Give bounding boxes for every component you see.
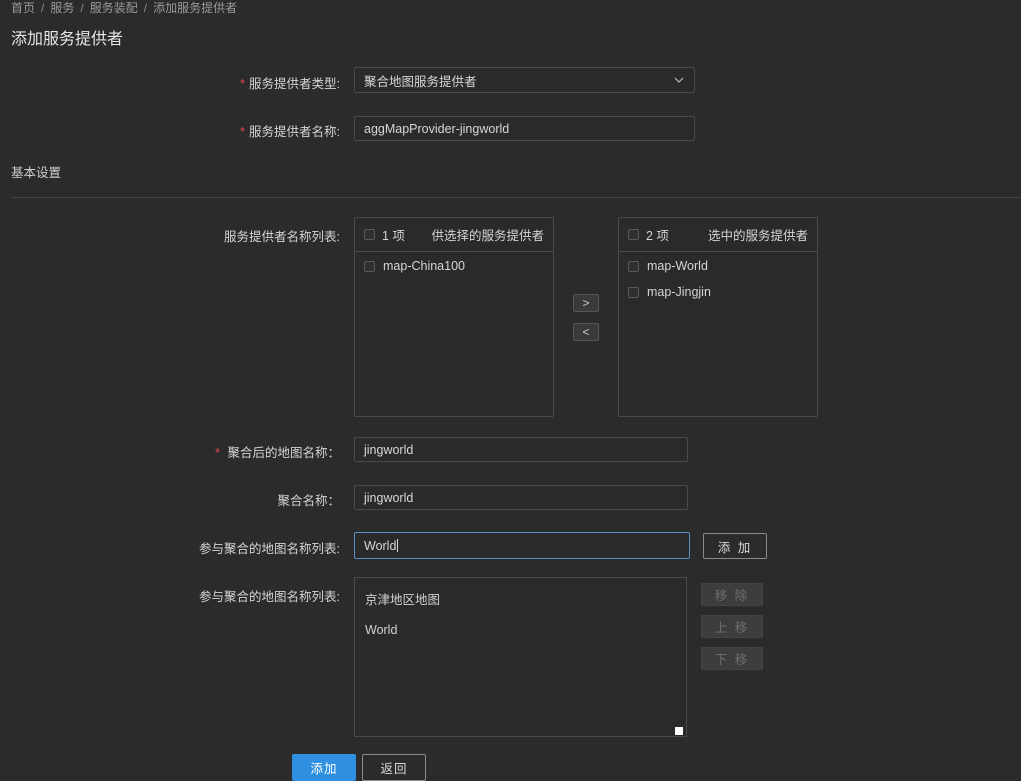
provider-type-label: * 服务提供者类型: <box>240 77 340 91</box>
item-checkbox[interactable] <box>628 286 639 298</box>
transfer-target-header: 2 项 选中的服务提供者 <box>619 218 817 252</box>
list-item[interactable]: World <box>355 614 686 645</box>
target-title: 选中的服务提供者 <box>707 229 808 243</box>
source-title: 供选择的服务提供者 <box>431 229 544 243</box>
breadcrumb-separator: / <box>143 1 148 15</box>
add-map-button[interactable]: 添 加 <box>703 533 767 559</box>
source-count: 1 项 <box>382 229 405 243</box>
item-checkbox[interactable] <box>628 260 639 272</box>
text-caret <box>397 539 399 552</box>
agg-map-name-input[interactable]: jingworld <box>354 437 688 462</box>
participating-map-input[interactable]: World <box>354 532 690 559</box>
item-label: map-Jingjin <box>647 285 711 299</box>
provider-name-input[interactable]: aggMapProvider-jingworld <box>354 116 695 141</box>
resize-handle[interactable] <box>675 727 683 735</box>
transfer-source-header: 1 项 供选择的服务提供者 <box>355 218 553 252</box>
agg-name-label: 聚合名称： <box>277 494 340 508</box>
submit-button[interactable]: 添加 <box>292 754 356 781</box>
required-mark: * <box>240 77 246 91</box>
breadcrumb: 首页 / 服务 / 服务装配 / 添加服务提供者 <box>11 0 237 16</box>
participating-input-label: 参与聚合的地图名称列表: <box>199 542 340 556</box>
transfer-target-panel: 2 项 选中的服务提供者 map-World map-Jingjin <box>618 217 818 417</box>
agg-name-input[interactable]: jingworld <box>354 485 688 510</box>
list-item[interactable]: map-Jingjin <box>619 279 817 305</box>
item-label: map-World <box>647 259 708 273</box>
breadcrumb-service-assembly[interactable]: 服务装配 <box>90 1 138 15</box>
back-button[interactable]: 返回 <box>362 754 426 781</box>
move-up-button[interactable]: 上 移 <box>701 615 763 638</box>
provider-name-label: * 服务提供者名称: <box>240 125 340 139</box>
move-left-button[interactable]: < <box>573 323 599 341</box>
select-all-checkbox[interactable] <box>364 229 375 240</box>
item-label: map-China100 <box>383 259 465 273</box>
list-item[interactable]: map-World <box>619 253 817 279</box>
list-item[interactable]: 京津地区地图 <box>355 583 686 614</box>
select-all-checkbox[interactable] <box>628 229 639 240</box>
divider <box>11 197 1021 198</box>
agg-map-name-label: * 聚合后的地图名称： <box>215 446 340 460</box>
section-basic-settings: 基本设置 <box>11 166 62 180</box>
required-mark: * <box>215 446 220 460</box>
page-title: 添加服务提供者 <box>11 31 124 48</box>
item-checkbox[interactable] <box>364 260 375 272</box>
breadcrumb-services[interactable]: 服务 <box>50 1 74 15</box>
move-right-button[interactable]: > <box>573 294 599 312</box>
breadcrumb-current: 添加服务提供者 <box>153 1 238 15</box>
move-down-button[interactable]: 下 移 <box>701 647 763 670</box>
breadcrumb-separator: / <box>80 1 84 15</box>
participating-map-list[interactable]: 京津地区地图 World <box>354 577 687 737</box>
target-count: 2 项 <box>646 229 669 243</box>
list-item[interactable]: map-China100 <box>355 253 553 279</box>
breadcrumb-home[interactable]: 首页 <box>11 1 35 15</box>
chevron-down-icon <box>674 77 684 83</box>
provider-name-value: aggMapProvider-jingworld <box>364 121 510 136</box>
breadcrumb-separator: / <box>41 1 45 15</box>
participating-list-label: 参与聚合的地图名称列表: <box>199 590 340 604</box>
participating-map-value: World <box>364 538 397 553</box>
agg-map-name-value: jingworld <box>364 442 414 457</box>
remove-button[interactable]: 移 除 <box>701 583 763 606</box>
required-mark: * <box>240 125 246 139</box>
provider-type-select[interactable]: 聚合地图服务提供者 <box>354 67 695 93</box>
agg-name-value: jingworld <box>364 490 414 505</box>
transfer-source-panel: 1 项 供选择的服务提供者 map-China100 <box>354 217 554 417</box>
provider-list-label: 服务提供者名称列表: <box>224 230 340 244</box>
provider-type-value: 聚合地图服务提供者 <box>364 74 477 89</box>
